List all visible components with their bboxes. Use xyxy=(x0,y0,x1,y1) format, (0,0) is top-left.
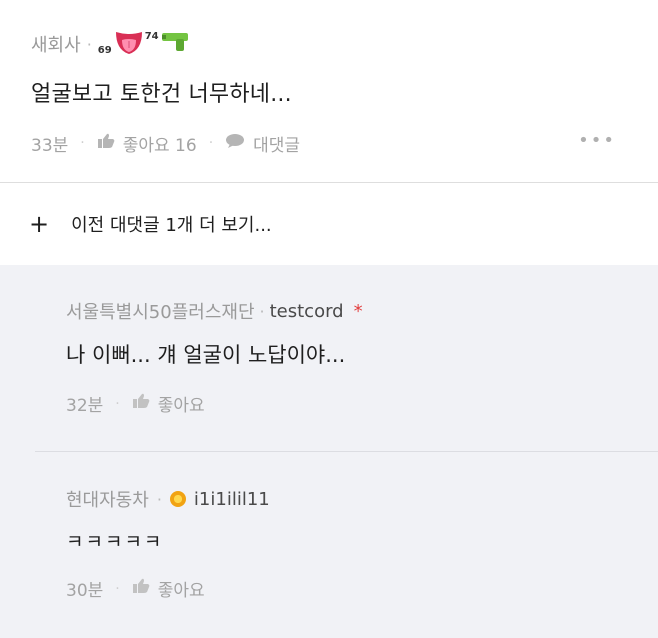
like-label: 좋아요 xyxy=(157,396,205,416)
nickname[interactable]: i1i1ilil11 xyxy=(194,489,270,510)
reply-label: 대댓글 xyxy=(253,135,301,156)
action-separator: · xyxy=(115,580,120,597)
badge-left-number: 69 xyxy=(97,44,112,56)
load-previous-replies[interactable]: + 이전 대댓글 1개 더 보기... xyxy=(0,183,658,265)
replies-section: 서울특별시50플러스재단 · testcord * 나 이뻐... 걔 얼굴이 … xyxy=(0,265,658,638)
thumbs-up-icon xyxy=(132,578,150,599)
divider xyxy=(35,451,658,452)
main-comment: 새회사 · 69 74 얼굴보고 토한건 너무하네... 33분 · 좋아요 1… xyxy=(0,0,658,183)
speech-bubble-icon xyxy=(225,133,245,154)
comment-text: 얼굴보고 토한건 너무하네... xyxy=(31,82,292,107)
reply-meta: 서울특별시50플러스재단 · testcord * xyxy=(66,297,363,325)
comment-meta: 새회사 · 69 74 xyxy=(31,30,190,58)
badge-right-number: 74 xyxy=(144,30,159,42)
plus-icon: + xyxy=(29,210,50,238)
load-previous-label: 이전 대댓글 1개 더 보기... xyxy=(71,215,272,236)
gold-badge-icon xyxy=(169,491,186,507)
thumbs-up-icon xyxy=(97,133,115,154)
reply-actions: 32분 · 좋아요 xyxy=(66,391,363,416)
reply-item: 서울특별시50플러스재단 · testcord * 나 이뻐... 걔 얼굴이 … xyxy=(66,297,363,417)
company-name[interactable]: 새회사 xyxy=(31,31,81,57)
water-pistol-icon xyxy=(160,29,190,59)
like-button[interactable]: 좋아요 16 xyxy=(97,131,197,156)
reply-actions: 30분 · 좋아요 xyxy=(66,576,270,601)
like-button[interactable]: 좋아요 xyxy=(132,391,205,416)
action-separator: · xyxy=(115,395,120,412)
company-name[interactable]: 현대자동차 xyxy=(66,486,149,512)
nickname[interactable]: testcord xyxy=(270,301,344,322)
more-dots-icon[interactable]: ••• xyxy=(578,130,616,151)
reply-item: 현대자동차 · i1i1ilil11 ㅋㅋㅋㅋㅋ 30분 · 좋아요 xyxy=(66,485,270,602)
reply-text: ㅋㅋㅋㅋㅋ xyxy=(66,531,164,553)
reply-button[interactable]: 대댓글 xyxy=(225,131,300,156)
action-separator: · xyxy=(80,135,85,151)
comment-actions: 33분 · 좋아요 16 · 대댓글 xyxy=(31,130,300,156)
comment-time: 33분 xyxy=(31,135,69,156)
company-name[interactable]: 서울특별시50플러스재단 xyxy=(66,298,255,324)
meta-dot-separator: · xyxy=(259,301,265,321)
meta-dot-separator: · xyxy=(86,34,92,54)
like-button[interactable]: 좋아요 xyxy=(132,576,205,601)
tongue-mouth-icon xyxy=(114,28,144,60)
like-label: 좋아요 xyxy=(157,581,205,601)
like-label: 좋아요 16 xyxy=(122,135,197,156)
thumbs-up-icon xyxy=(132,393,150,414)
reply-time: 30분 xyxy=(66,581,104,601)
action-separator: · xyxy=(208,135,214,151)
author-star-badge: * xyxy=(353,300,363,322)
reply-text: 나 이뻐... 걔 얼굴이 노답이야... xyxy=(66,343,346,367)
reply-meta: 현대자동차 · i1i1ilil11 xyxy=(66,485,270,513)
meta-dot-separator: · xyxy=(156,489,162,509)
reply-time: 32분 xyxy=(66,396,104,416)
